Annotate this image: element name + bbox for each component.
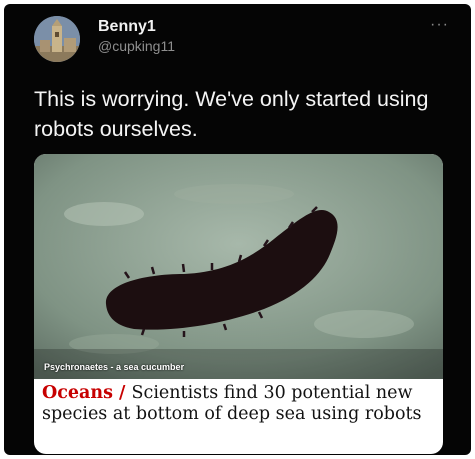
tweet-text: This is worrying. We've only started usi… bbox=[34, 87, 429, 141]
church-tower-avatar-icon bbox=[34, 16, 80, 62]
card-headline: Oceans / Scientists find 30 potential ne… bbox=[42, 383, 437, 425]
more-options-icon[interactable]: ··· bbox=[430, 16, 449, 34]
author-handle[interactable]: @cupking11 bbox=[98, 38, 175, 54]
sea-cucumber-photo bbox=[34, 154, 443, 379]
link-card[interactable]: Psychronaetes - a sea cucumber Oceans / … bbox=[34, 154, 443, 454]
avatar[interactable] bbox=[34, 16, 80, 62]
image-caption: Psychronaetes - a sea cucumber bbox=[44, 362, 185, 372]
section-label[interactable]: Oceans bbox=[42, 383, 113, 403]
section-separator: / bbox=[112, 383, 132, 403]
author-name[interactable]: Benny1 bbox=[98, 18, 156, 36]
tweet-container: Benny1 @cupking11 ··· This is worrying. … bbox=[4, 4, 471, 455]
